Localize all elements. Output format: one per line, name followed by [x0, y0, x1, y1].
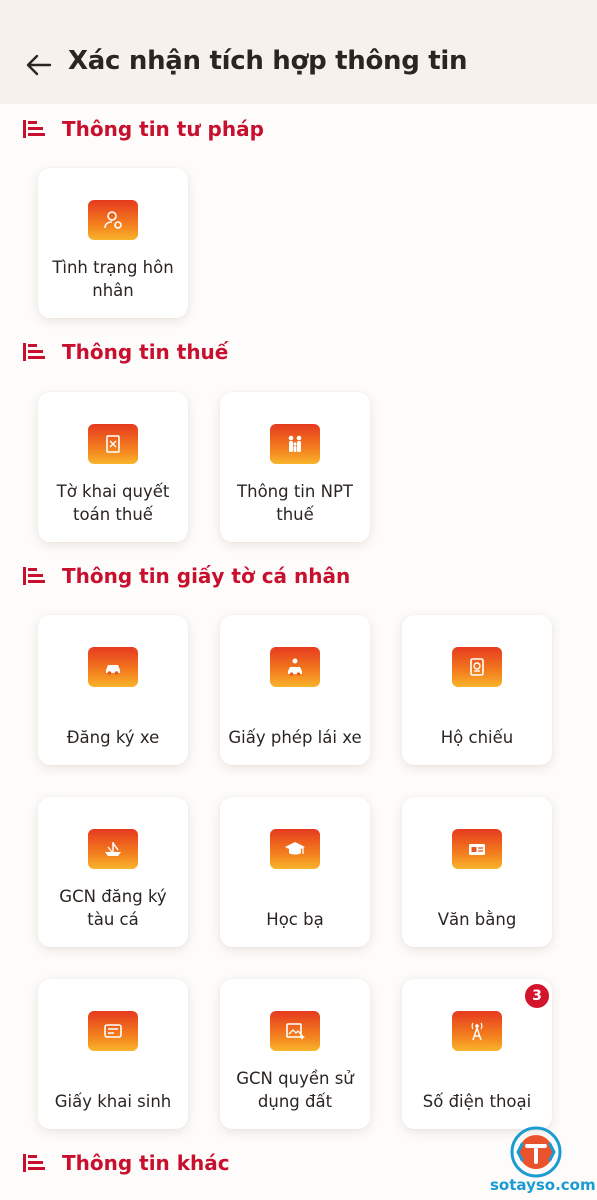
card-fishing-boat[interactable]: GCN đăng ký tàu cá: [38, 797, 188, 947]
card-label: Đăng ký xe: [66, 728, 160, 747]
tile: [88, 424, 138, 464]
card-label: GCN đăng ký tàu cá: [59, 887, 167, 929]
watermark-logo-icon: [510, 1126, 562, 1178]
card-label: Số điện thoại: [422, 1092, 532, 1111]
antenna-icon: [471, 1022, 483, 1041]
section-title-personal-docs: Thông tin giấy tờ cá nhân: [22, 564, 350, 588]
tile: [88, 647, 138, 687]
card-label: Tờ khai quyết toán thuế: [56, 482, 170, 524]
tile: [270, 1011, 320, 1051]
card-passport[interactable]: Hộ chiếu: [402, 615, 552, 765]
section-title-judicial: Thông tin tư pháp: [22, 117, 264, 141]
marriage-person-icon: [104, 211, 122, 229]
section-list-icon: [23, 1154, 45, 1172]
tile: [270, 829, 320, 869]
section-title-text: Thông tin tư pháp: [62, 117, 264, 141]
card-npt-tax[interactable]: Thông tin NPT thuế: [220, 392, 370, 542]
notification-badge: 3: [523, 982, 551, 1010]
driver-license-icon: [288, 658, 302, 676]
tile: [452, 829, 502, 869]
section-title-text: Thông tin khác: [62, 1151, 230, 1175]
card-label: Giấy phép lái xe: [228, 728, 362, 747]
tax-document-icon: [106, 435, 120, 453]
diploma-icon: [469, 844, 485, 855]
card-marriage-status[interactable]: Tình trạng hôn nhân: [38, 168, 188, 318]
land-certificate-icon: [286, 1023, 305, 1040]
card-tax-declaration[interactable]: Tờ khai quyết toán thuế: [38, 392, 188, 542]
card-label: Học bạ: [266, 910, 324, 929]
card-school-record[interactable]: Học bạ: [220, 797, 370, 947]
tile: [270, 647, 320, 687]
tile: [452, 1011, 502, 1051]
card-label: Văn bằng: [437, 910, 517, 929]
card-label: Thông tin NPT thuế: [237, 482, 353, 524]
section-title-text: Thông tin giấy tờ cá nhân: [62, 564, 351, 588]
watermark-text: sotayso.com: [490, 1176, 596, 1194]
graduation-cap-icon: [285, 842, 305, 855]
card-diploma[interactable]: Văn bằng: [402, 797, 552, 947]
tile: [88, 829, 138, 869]
section-list-icon: [23, 120, 45, 138]
tile: [270, 424, 320, 464]
car-icon: [106, 665, 120, 675]
card-label: Giấy khai sinh: [54, 1092, 172, 1111]
section-list-icon: [23, 343, 45, 361]
section-list-icon: [23, 567, 45, 585]
back-button[interactable]: [24, 50, 54, 80]
card-birth-certificate[interactable]: Giấy khai sinh: [38, 979, 188, 1129]
section-title-text: Thông tin thuế: [62, 340, 229, 364]
page-title: Xác nhận tích hợp thông tin: [68, 46, 468, 76]
tile: [88, 200, 138, 240]
watermark: sotayso.com: [490, 1126, 596, 1198]
card-label: Tình trạng hôn nhân: [52, 258, 174, 300]
section-title-other: Thông tin khác: [22, 1151, 230, 1175]
birth-certificate-icon: [104, 1024, 122, 1038]
passport-icon: [470, 658, 484, 676]
card-vehicle-registration[interactable]: Đăng ký xe: [38, 615, 188, 765]
card-label: GCN quyền sử dụng đất: [236, 1069, 354, 1111]
section-title-tax: Thông tin thuế: [22, 340, 228, 364]
family-icon: [288, 435, 302, 452]
app-header: Xác nhận tích hợp thông tin: [0, 0, 597, 104]
card-driver-license[interactable]: Giấy phép lái xe: [220, 615, 370, 765]
arrow-left-icon: [26, 54, 52, 76]
card-land-certificate[interactable]: GCN quyền sử dụng đất: [220, 979, 370, 1129]
fishing-boat-icon: [105, 842, 121, 856]
tile: [452, 647, 502, 687]
tile: [88, 1011, 138, 1051]
card-label: Hộ chiếu: [440, 728, 514, 747]
